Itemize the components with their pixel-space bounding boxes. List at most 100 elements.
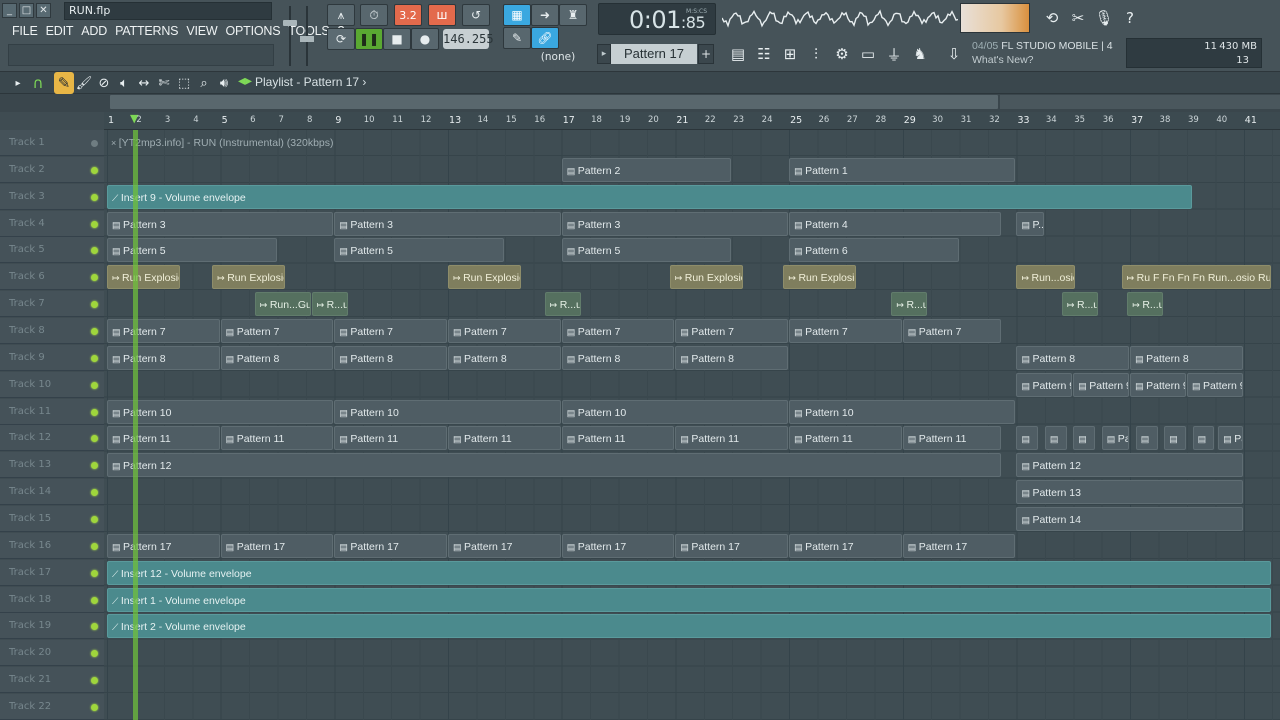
track-mute-led[interactable]: [91, 247, 98, 255]
track-header[interactable]: Track 21: [0, 667, 104, 694]
pattern-clip[interactable]: ▤ Pattern 10: [561, 399, 789, 424]
pattern-clip[interactable]: ▤ Pattern 17: [220, 533, 334, 558]
pattern-clip[interactable]: ▤: [1192, 426, 1215, 451]
pattern-clip[interactable]: ▤ Pattern 17: [902, 533, 1016, 558]
pattern-clip[interactable]: ▤ Pattern 17: [107, 533, 220, 558]
playlist-menu-arrow-icon[interactable]: ▸: [8, 72, 28, 94]
pattern-clip[interactable]: ▤ Pattern 8: [220, 345, 334, 370]
playback-icon[interactable]: 🔊︎: [214, 72, 234, 94]
pattern-clip[interactable]: ▤ Pattern 7: [220, 319, 334, 344]
microphone-icon[interactable]: 🎙︎: [1092, 6, 1116, 30]
audio-clip[interactable]: ↦ R...un: [544, 292, 581, 317]
pattern-clip[interactable]: ▤ Pattern 8: [448, 345, 561, 370]
pattern-clip[interactable]: ▤ Pattern 12: [107, 453, 1002, 478]
master-volume-slider[interactable]: [283, 4, 297, 68]
pattern-clip[interactable]: ▤ Pattern 11: [675, 426, 789, 451]
track-mute-led[interactable]: [91, 381, 98, 389]
audio-clip[interactable]: ↦ Run Explosion: [783, 265, 857, 290]
pattern-clip[interactable]: ▤ Pattern 11: [220, 426, 334, 451]
pattern-selector[interactable]: ▸ Pattern 17 +: [597, 42, 717, 66]
pattern-clip[interactable]: ▤ Pattern 10: [107, 399, 334, 424]
track-header[interactable]: Track 11: [0, 398, 104, 425]
magnet-icon[interactable]: ∩: [28, 72, 48, 94]
track-header[interactable]: Track 8: [0, 318, 104, 345]
track-mute-led[interactable]: [91, 516, 98, 524]
pattern-name[interactable]: Pattern 17: [611, 44, 697, 64]
audio-clip[interactable]: ↦ Run Explosion: [107, 265, 180, 290]
loop-record-icon[interactable]: ↺: [462, 4, 490, 26]
pattern-clip[interactable]: ▤ Pattern 3: [107, 211, 334, 236]
track-header[interactable]: Track 18: [0, 586, 104, 613]
track-header[interactable]: Track 14: [0, 479, 104, 506]
record-icon[interactable]: ●: [411, 28, 439, 50]
track-header[interactable]: Track 19: [0, 613, 104, 640]
pattern-clip[interactable]: ▤ Pattern 9: [1130, 372, 1186, 397]
scrollbar-track[interactable]: [1000, 95, 1280, 109]
pattern-clip[interactable]: ▤ Pattern 8: [1130, 345, 1243, 370]
browser-icon[interactable]: ▭: [856, 42, 880, 66]
track-header[interactable]: Track 16: [0, 532, 104, 559]
track-mute-led[interactable]: [91, 140, 98, 147]
paint-icon[interactable]: 🖌︎: [74, 72, 94, 94]
typing-keyboard-icon[interactable]: ш: [428, 4, 456, 26]
pattern-clip[interactable]: ▤ Pattern 8: [1016, 345, 1130, 370]
pattern-clip[interactable]: ▤ Pattern 11: [789, 426, 902, 451]
song-mode-icon[interactable]: ⩚: [327, 4, 355, 26]
track-mute-led[interactable]: [91, 354, 98, 362]
pattern-clip[interactable]: ▤: [1044, 426, 1067, 451]
pattern-clip[interactable]: ▤ Pattern 11: [334, 426, 448, 451]
pattern-clip[interactable]: ▤ Pattern 1: [789, 157, 1016, 182]
track-header[interactable]: Track 7: [0, 291, 104, 318]
pattern-clip[interactable]: ▤ Pattern 8: [334, 345, 448, 370]
pattern-clip[interactable]: ▤ Pattern 7: [675, 319, 789, 344]
pattern-clip[interactable]: ▤ Pattern 9: [1073, 372, 1130, 397]
pattern-clip[interactable]: ▤ Pa...1: [1218, 426, 1243, 451]
delete-icon[interactable]: ⊘: [94, 72, 114, 94]
track-header[interactable]: Track 3: [0, 183, 104, 210]
pattern-clip[interactable]: ▤ Pattern 8: [107, 345, 220, 370]
audio-clip[interactable]: ↦ Run...osion: [1016, 265, 1076, 290]
track-header[interactable]: Track 17: [0, 559, 104, 586]
audio-clip[interactable]: ↦ R...un: [1127, 292, 1164, 317]
plugin-picker-icon[interactable]: ⏚: [882, 42, 906, 66]
menu-view[interactable]: VIEW: [182, 22, 221, 42]
pattern-clip[interactable]: ▤ P...: [1016, 211, 1044, 236]
track-header[interactable]: Track 6: [0, 264, 104, 291]
audio-track-label[interactable]: × [YT2mp3.info] - RUN (Instrumental) (32…: [107, 131, 1271, 155]
stop-icon[interactable]: ■: [383, 28, 411, 50]
mute-icon[interactable]: 🔈︎: [114, 72, 134, 94]
piano-roll-icon[interactable]: ▦: [503, 4, 531, 26]
track-mute-led[interactable]: [91, 435, 98, 443]
menu-file[interactable]: FILE: [8, 22, 42, 42]
news-panel[interactable]: 04/05 FL STUDIO MOBILE | 4 What's New?: [968, 38, 1118, 68]
track-header[interactable]: Track 12: [0, 425, 104, 452]
loop-icon[interactable]: ⟳: [327, 28, 355, 50]
pattern-clip[interactable]: ▤ Pattern 7: [902, 319, 1002, 344]
pattern-clip[interactable]: ▤ Pattern 3: [334, 211, 561, 236]
pattern-clip[interactable]: ▤ Pattern 14: [1016, 507, 1243, 532]
track-header[interactable]: Track 20: [0, 640, 104, 667]
menu-edit[interactable]: EDIT: [42, 22, 78, 42]
pattern-clip[interactable]: ▤ Pattern 9: [1186, 372, 1243, 397]
track-mute-led[interactable]: [91, 408, 98, 416]
track-mute-led[interactable]: [91, 462, 98, 470]
add-pattern-button[interactable]: +: [698, 44, 714, 64]
zoom-icon[interactable]: ⌕: [194, 72, 214, 94]
pattern-clip[interactable]: ▤ Pattern 13: [1016, 480, 1243, 505]
audio-clip[interactable]: ↦ R...un: [1061, 292, 1098, 317]
pattern-clip[interactable]: ▤ Pattern 7: [561, 319, 675, 344]
audio-clip[interactable]: ↦ Run Explosion: [669, 265, 743, 290]
maximize-button[interactable]: □: [19, 3, 34, 18]
pattern-clip[interactable]: ▤: [1073, 426, 1095, 451]
track-mute-led[interactable]: [91, 166, 98, 174]
draw-icon[interactable]: ✎: [54, 72, 74, 94]
mixer-icon[interactable]: ⫶: [804, 42, 828, 66]
pattern-clip[interactable]: ▤ Pattern 10: [789, 399, 1016, 424]
track-header[interactable]: Track 1: [0, 130, 104, 156]
cut-icon[interactable]: ✂: [1066, 6, 1090, 30]
track-mute-led[interactable]: [91, 274, 98, 282]
track-mute-led[interactable]: [91, 569, 98, 577]
channel-rack-icon[interactable]: ☷: [752, 42, 776, 66]
hat-icon[interactable]: ♜: [559, 4, 587, 26]
pattern-clip[interactable]: ▤ Pattern 11: [448, 426, 561, 451]
